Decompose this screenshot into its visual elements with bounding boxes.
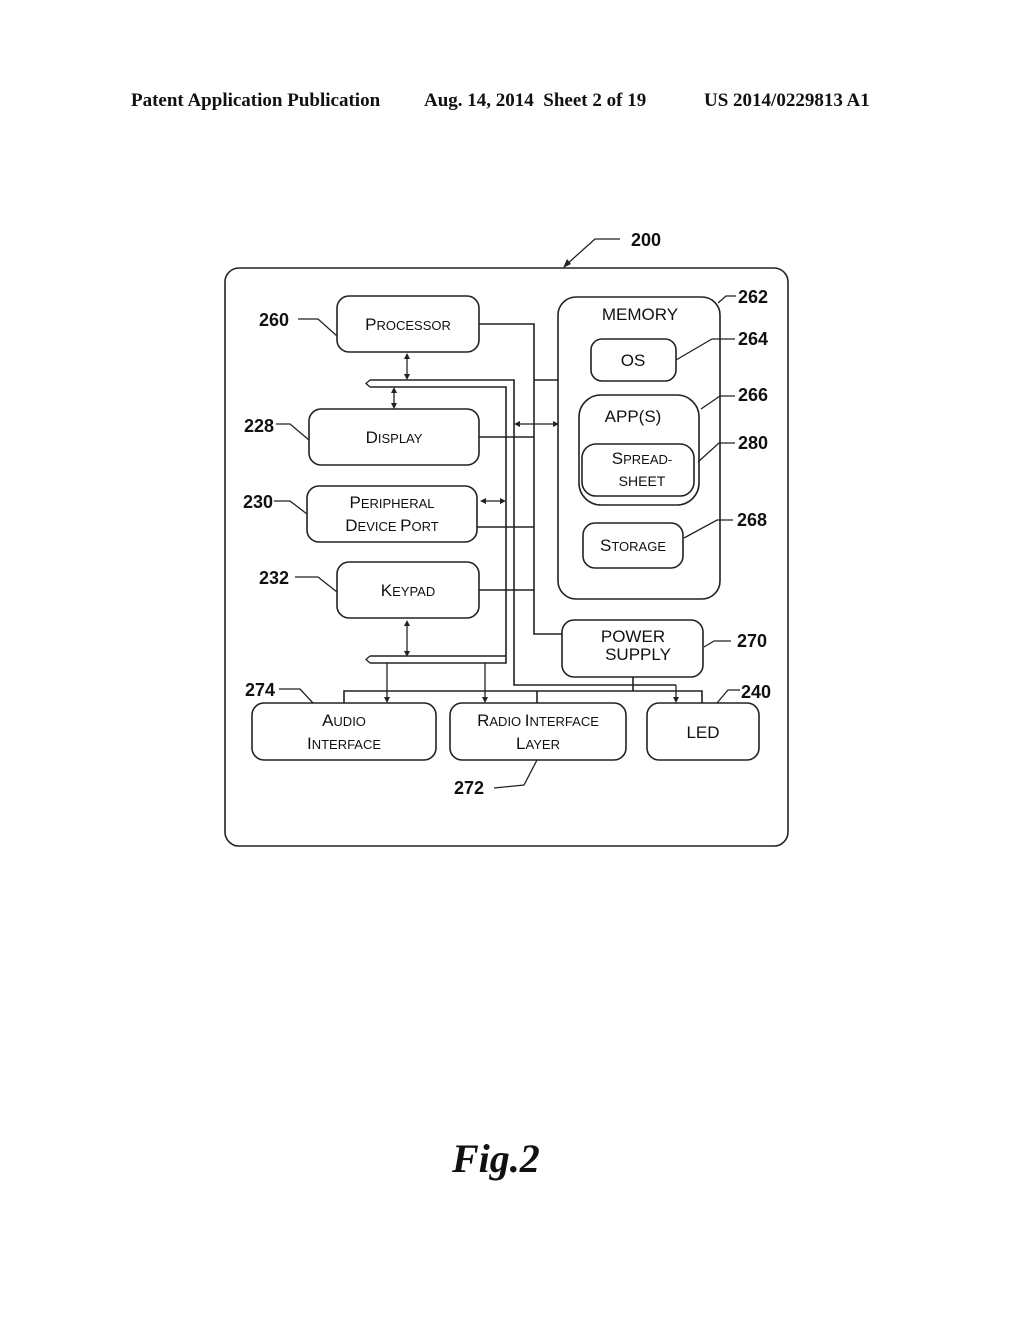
figure-label: Fig.2 bbox=[452, 1136, 540, 1181]
display-ref: 228 bbox=[244, 416, 274, 436]
peripheral-label-2: DEVICE PORT bbox=[345, 516, 439, 535]
power-supply-ref: 270 bbox=[737, 631, 767, 651]
memory-label: MEMORY bbox=[602, 305, 678, 324]
keypad-label: KEYPAD bbox=[381, 581, 435, 600]
audio-ref: 274 bbox=[245, 680, 275, 700]
radio-ref: 272 bbox=[454, 778, 484, 798]
device-ref: 200 bbox=[631, 230, 661, 250]
device-ref-leader bbox=[565, 238, 620, 266]
os-label: OS bbox=[621, 351, 646, 370]
processor-ref: 260 bbox=[259, 310, 289, 330]
display-label: DISPLAY bbox=[366, 428, 423, 447]
radio-label-2: LAYER bbox=[516, 734, 560, 753]
audio-label-1: AUDIO bbox=[322, 711, 366, 730]
audio-label-2: INTERFACE bbox=[307, 734, 381, 753]
led-ref: 240 bbox=[741, 682, 771, 702]
radio-label-1: RADIO INTERFACE bbox=[477, 711, 599, 730]
spreadsheet-label-1: SPREAD- bbox=[612, 449, 672, 468]
apps-ref: 266 bbox=[738, 385, 768, 405]
spreadsheet-label-2: SHEET bbox=[619, 473, 666, 489]
apps-label: APP(S) bbox=[605, 407, 662, 426]
keypad-ref: 232 bbox=[259, 568, 289, 588]
device-ref-arrowhead bbox=[563, 259, 571, 268]
processor-label: PROCESSOR bbox=[365, 315, 451, 334]
block-diagram: 200 PROCESSOR 260 DISPLAY 228 PERIPHERAL… bbox=[224, 230, 789, 847]
spreadsheet-ref: 280 bbox=[738, 433, 768, 453]
led-label: LED bbox=[686, 723, 719, 742]
peripheral-label-1: PERIPHERAL bbox=[349, 493, 434, 512]
storage-ref: 268 bbox=[737, 510, 767, 530]
peripheral-ref: 230 bbox=[243, 492, 273, 512]
power-supply-label-1: POWER bbox=[601, 627, 665, 646]
memory-ref: 262 bbox=[738, 287, 768, 307]
storage-label: STORAGE bbox=[600, 536, 666, 555]
power-supply-label-2: SUPPLY bbox=[605, 645, 671, 664]
os-ref: 264 bbox=[738, 329, 768, 349]
